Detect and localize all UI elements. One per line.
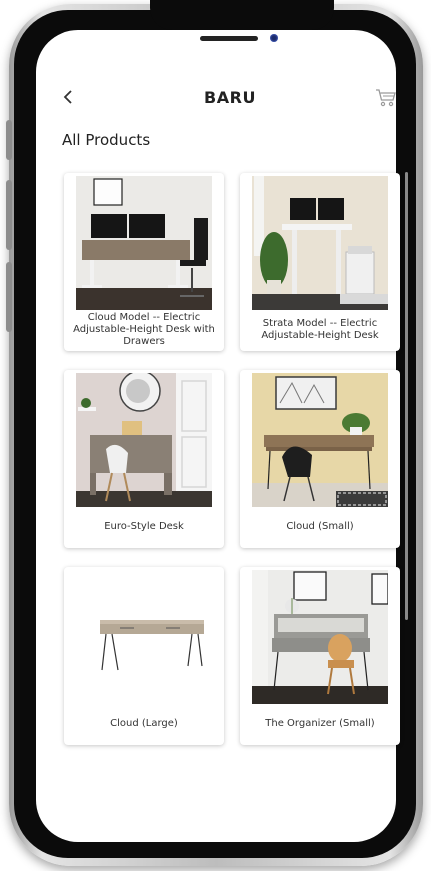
- product-image: [76, 570, 212, 704]
- product-name: Cloud Model -- Electric Adjustable-Heigh…: [73, 312, 215, 347]
- product-card[interactable]: Euro-Style Desk: [64, 370, 224, 548]
- product-card[interactable]: The Organizer (Small): [240, 567, 400, 745]
- product-image: [252, 373, 388, 507]
- side-button: [6, 262, 12, 332]
- camera: [270, 34, 278, 42]
- phone-mockup: BARU All Products Cloud Model -- Electri…: [0, 0, 431, 871]
- side-button: [6, 120, 12, 160]
- notch: [150, 0, 334, 30]
- back-button[interactable]: [62, 89, 76, 105]
- chevron-left-icon: [63, 90, 72, 104]
- product-name: Euro-Style Desk: [104, 521, 184, 532]
- product-name: Strata Model -- Electric Adjustable-Heig…: [261, 318, 379, 341]
- speaker: [200, 36, 258, 41]
- product-name: The Organizer (Small): [265, 718, 375, 729]
- section-title: All Products: [62, 131, 151, 149]
- product-name: Cloud (Large): [110, 718, 178, 729]
- product-image: [252, 176, 388, 310]
- product-image: [252, 570, 388, 704]
- product-image: [76, 373, 212, 507]
- page-title: BARU: [204, 88, 256, 107]
- product-card[interactable]: Cloud Model -- Electric Adjustable-Heigh…: [64, 173, 224, 351]
- scrollbar[interactable]: [405, 172, 408, 620]
- side-button: [6, 180, 12, 250]
- product-card[interactable]: Cloud (Small): [240, 370, 400, 548]
- shopping-cart-icon: [376, 89, 396, 107]
- product-card[interactable]: Cloud (Large): [64, 567, 224, 745]
- product-card[interactable]: Strata Model -- Electric Adjustable-Heig…: [240, 173, 400, 351]
- product-image: [76, 176, 212, 310]
- cart-button[interactable]: [375, 88, 397, 108]
- product-name: Cloud (Small): [286, 521, 354, 532]
